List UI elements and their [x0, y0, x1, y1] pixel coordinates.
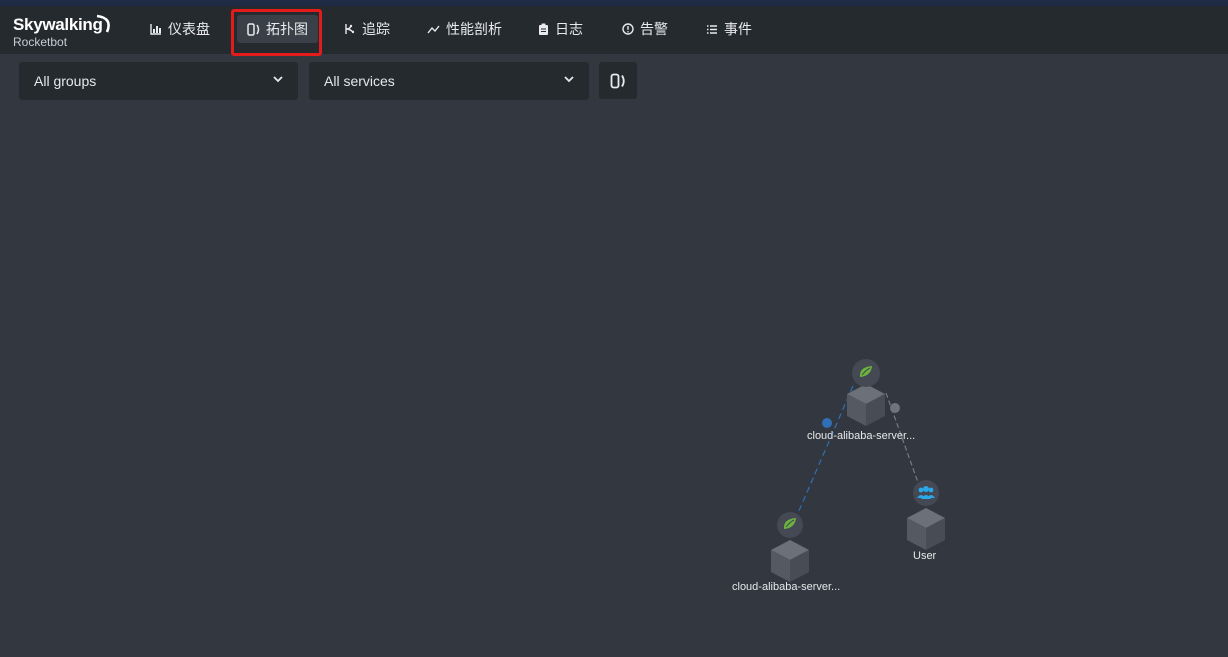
spring-icon [777, 512, 803, 538]
topology-graph [771, 359, 945, 582]
service-node-bottom[interactable] [771, 540, 809, 582]
edge-server-to-server[interactable] [794, 385, 854, 521]
spring-icon [852, 359, 880, 387]
user-group-icon [913, 480, 939, 506]
edge-call-point[interactable] [890, 403, 900, 413]
user-node[interactable] [907, 508, 945, 550]
node-label-top: cloud-alibaba-server... [807, 430, 916, 442]
service-node-top[interactable] [847, 384, 885, 426]
edge-call-point[interactable] [822, 418, 832, 428]
node-label-user: User [913, 550, 937, 562]
node-label-bottom: cloud-alibaba-server... [732, 581, 841, 593]
